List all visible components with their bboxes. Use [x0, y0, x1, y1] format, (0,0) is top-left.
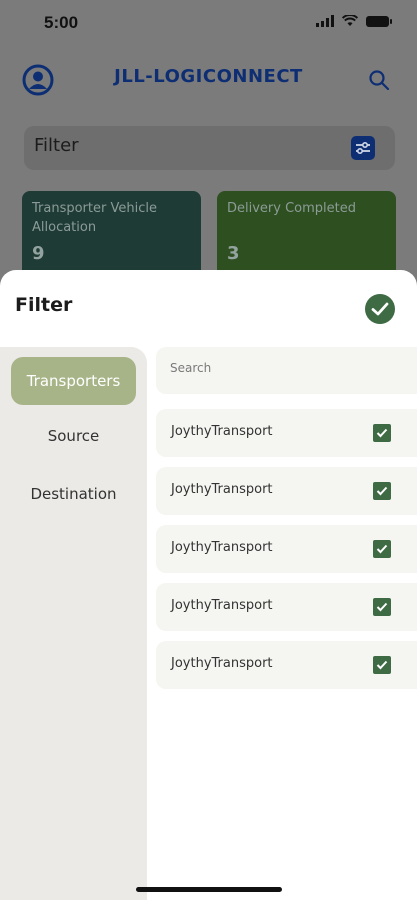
item-label: JoythyTransport [171, 598, 273, 613]
list-item-transporter[interactable]: JoythyTransport [156, 467, 417, 515]
tab-transporters[interactable]: Transporters [11, 357, 136, 405]
tab-label: Source [47, 427, 100, 445]
item-label: JoythyTransport [171, 424, 273, 439]
wifi-icon [342, 15, 358, 26]
filter-category-sidebar: Transporters Source Destination [0, 347, 147, 900]
card-value: 3 [227, 243, 240, 264]
checkbox[interactable] [373, 540, 391, 558]
home-indicator [136, 887, 282, 892]
list-item-transporter[interactable]: JoythyTransport [156, 641, 417, 689]
tab-label: Destination [30, 485, 117, 503]
status-bar: 5:00 [0, 0, 417, 46]
list-item-transporter[interactable]: JoythyTransport [156, 583, 417, 631]
card-label: Delivery Completed [227, 201, 356, 216]
filter-bar-label: Filter [34, 135, 79, 156]
filter-bottom-sheet: Filter Transporters Source Destination J… [0, 270, 417, 900]
item-label: JoythyTransport [171, 656, 273, 671]
filter-bar[interactable]: Filter [24, 126, 395, 170]
sliders-icon [356, 141, 370, 155]
sheet-title: Filter [15, 294, 73, 316]
item-label: JoythyTransport [171, 540, 273, 555]
app-title: JLL-LOGICONNECT [114, 66, 303, 87]
apply-filter-button[interactable] [365, 294, 395, 324]
card-value: 9 [32, 243, 45, 264]
card-transporter-vehicle-allocation[interactable]: Transporter Vehicle Allocation 9 [22, 191, 201, 281]
check-icon [376, 428, 388, 438]
tab-label: Transporters [26, 372, 121, 390]
check-icon [376, 544, 388, 554]
filter-settings-button[interactable] [351, 136, 375, 160]
checkbox[interactable] [373, 424, 391, 442]
status-icons [316, 15, 392, 27]
search-field[interactable] [156, 347, 417, 394]
check-icon [376, 486, 388, 496]
tab-destination[interactable]: Destination [11, 470, 136, 518]
tab-source[interactable]: Source [11, 412, 136, 460]
check-icon [376, 602, 388, 612]
item-label: JoythyTransport [171, 482, 273, 497]
checkbox[interactable] [373, 598, 391, 616]
list-item-transporter[interactable]: JoythyTransport [156, 525, 417, 573]
search-input[interactable] [170, 361, 400, 375]
status-time: 5:00 [44, 13, 79, 32]
app-bar: JLL-LOGICONNECT [0, 58, 417, 102]
card-label: Transporter Vehicle Allocation [32, 201, 157, 235]
check-icon [371, 302, 389, 316]
checkbox[interactable] [373, 656, 391, 674]
list-item-transporter[interactable]: JoythyTransport [156, 409, 417, 457]
search-icon[interactable] [367, 68, 391, 92]
checkbox[interactable] [373, 482, 391, 500]
card-delivery-completed[interactable]: Delivery Completed 3 [217, 191, 396, 281]
check-icon [376, 660, 388, 670]
signal-icon [316, 15, 334, 27]
battery-icon [366, 15, 392, 27]
